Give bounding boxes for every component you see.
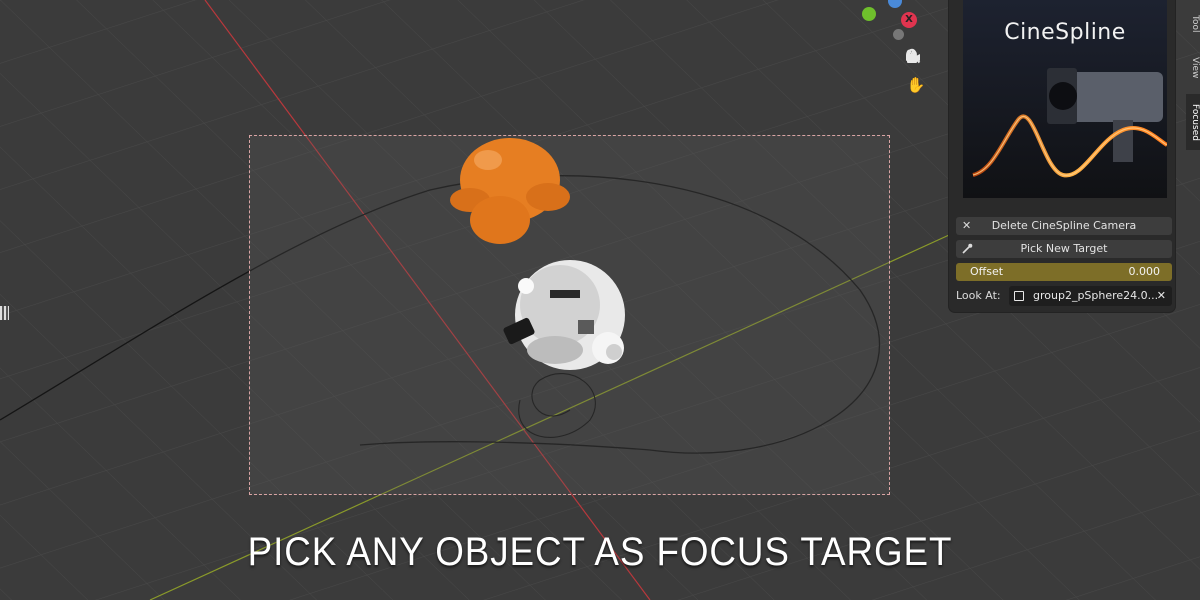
cinespline-preview-image: CineSpline — [963, 0, 1167, 198]
offset-label: Offset — [970, 265, 1004, 278]
lock-icon[interactable] — [905, 48, 927, 148]
delete-button-label: Delete CineSpline Camera — [991, 219, 1137, 232]
preview-title: CineSpline — [1004, 20, 1126, 45]
pick-button-label: Pick New Target — [1020, 242, 1108, 255]
gizmo-neg-y-axis[interactable] — [893, 29, 904, 40]
offset-field[interactable]: Offset 0.000 — [956, 263, 1172, 281]
tab-focused[interactable]: Focused — [1186, 94, 1200, 150]
tab-view[interactable]: View — [1186, 50, 1200, 86]
monkey-head-object[interactable] — [450, 138, 570, 244]
delete-cinespline-camera-button[interactable]: ✕ Delete CineSpline Camera — [956, 217, 1172, 235]
gizmo-z-axis[interactable] — [888, 0, 902, 8]
left-toolbar-stub[interactable] — [0, 306, 9, 320]
tab-tool[interactable]: Tool — [1186, 6, 1200, 42]
close-icon: ✕ — [962, 219, 972, 232]
look-at-value: group2_pSphere24.0... — [1033, 289, 1159, 302]
camera-icon[interactable] — [905, 49, 927, 122]
look-at-field[interactable]: group2_pSphere24.0... ✕ — [1009, 286, 1172, 306]
look-at-label: Look At: — [956, 289, 1001, 302]
offset-value: 0.000 — [1128, 265, 1161, 278]
caption-text: PICK ANY OBJECT AS FOCUS TARGET — [247, 530, 953, 574]
robot-sphere-object[interactable] — [503, 260, 625, 370]
gizmo-y-axis[interactable] — [862, 7, 876, 21]
hand-pan-icon[interactable]: ✋ — [905, 74, 927, 96]
object-icon — [1014, 291, 1024, 301]
sidebar-tabs: Tool View Focused — [1186, 0, 1200, 160]
pick-new-target-button[interactable]: Pick New Target — [956, 240, 1172, 258]
viewport-nav-icons: ✋ — [905, 48, 935, 152]
clear-icon[interactable]: ✕ — [1157, 286, 1166, 306]
cinespline-panel: CineSpline ✕ Delete CineSpline Camera Pi… — [949, 0, 1175, 312]
gizmo-x-axis[interactable]: X — [901, 12, 917, 28]
eyedropper-icon — [962, 240, 973, 260]
navigation-gizmo[interactable]: X — [856, 0, 926, 50]
